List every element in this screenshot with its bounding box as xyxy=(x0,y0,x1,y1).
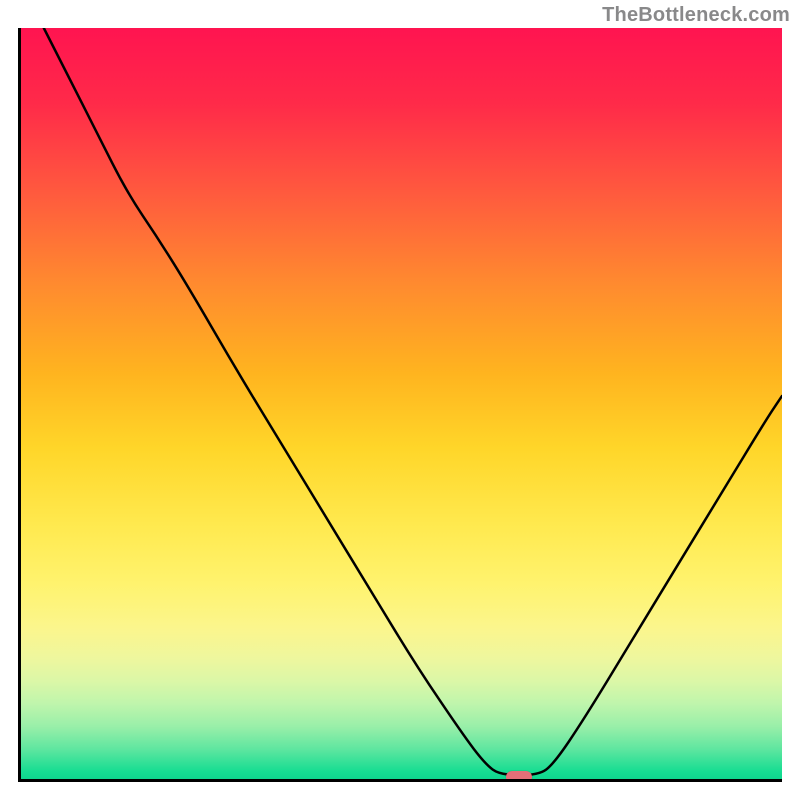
plot-area xyxy=(18,28,782,782)
watermark-text: TheBottleneck.com xyxy=(602,4,790,27)
trough-marker xyxy=(506,771,532,782)
chart-line xyxy=(21,28,782,779)
chart-container: TheBottleneck.com xyxy=(0,0,800,800)
